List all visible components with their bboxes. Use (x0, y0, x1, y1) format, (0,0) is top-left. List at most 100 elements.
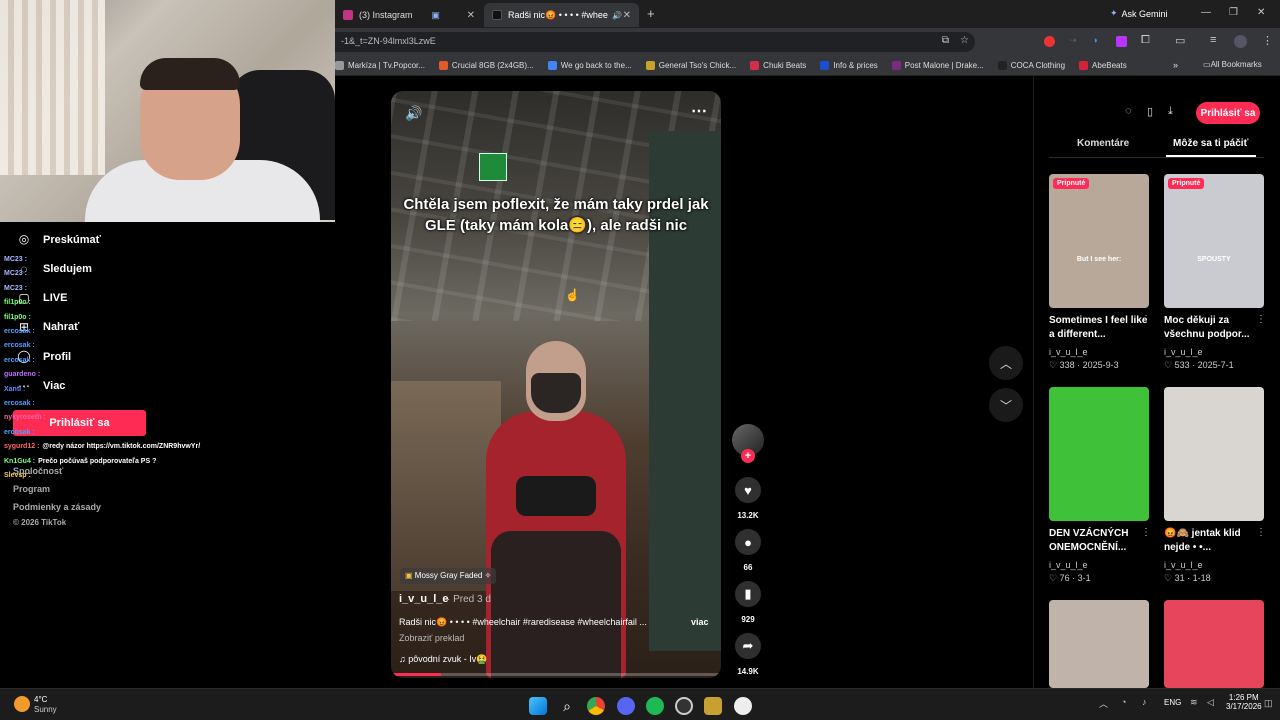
tab-instagram[interactable]: (3) Instagram ▣ ✕ (335, 3, 483, 27)
close-window-icon[interactable]: ✕ (1257, 7, 1265, 18)
bookmark-item[interactable]: General Tso's Chick... (645, 61, 736, 70)
thumbnail-date: 3-1 (1077, 573, 1091, 583)
tray-chevron-icon[interactable]: ︿ (1099, 697, 1108, 710)
chat-message: guardeno : (4, 371, 43, 378)
spotify-icon[interactable] (646, 697, 664, 715)
microphone-icon[interactable]: ♪ (1142, 697, 1147, 707)
bookmark-item[interactable]: Markíza | Tv.Popcor... (335, 61, 425, 70)
volume-icon[interactable]: 🔊 (405, 105, 422, 122)
extensions-puzzle-icon[interactable]: ⧠ (1141, 34, 1150, 47)
footer-company[interactable]: Spoločnosť (13, 466, 63, 476)
start-icon[interactable] (529, 697, 547, 715)
app-icon[interactable] (704, 697, 722, 715)
video-author[interactable]: i_v_u_l_e (399, 593, 449, 605)
login-button-right[interactable]: Prihlásiť sa (1196, 102, 1260, 124)
nav-live[interactable]: LIVE (43, 292, 67, 304)
close-tab-icon[interactable]: ✕ (467, 10, 475, 21)
phone-icon[interactable]: ▯ (1147, 105, 1153, 118)
tab-tiktok[interactable]: Radši nic😡 • • • • #wheelch 🔊 ✕ (484, 3, 639, 27)
wifi-icon[interactable]: ≋ (1190, 697, 1198, 708)
thumbnail-title[interactable]: 😡🙈 jentak klid nejde • •... (1164, 527, 1264, 555)
nav-upload[interactable]: Nahrať (43, 321, 79, 333)
save-button[interactable]: ▮ (735, 581, 761, 607)
nav-following[interactable]: Sledujem (43, 263, 92, 275)
volume-tray-icon[interactable]: ◁ (1207, 697, 1214, 708)
chrome-icon[interactable] (587, 697, 605, 715)
video-thumbnail[interactable] (1049, 387, 1149, 521)
previous-video-button[interactable]: ︿ (989, 346, 1023, 380)
minimize-icon[interactable]: — (1201, 7, 1211, 18)
close-tab-icon[interactable]: ✕ (623, 10, 631, 21)
follow-plus-icon[interactable]: + (741, 449, 755, 463)
thumbnail-author[interactable]: i_v_u_l_e (1164, 560, 1203, 570)
translate-link[interactable]: Zobraziť preklad (399, 633, 464, 643)
language-indicator[interactable]: ENG (1164, 698, 1181, 707)
like-button[interactable]: ♥ (735, 477, 761, 503)
all-bookmarks-button[interactable]: ▭ All Bookmarks (1203, 60, 1262, 69)
nav-more[interactable]: Viac (43, 380, 65, 392)
next-video-button[interactable]: ﹀ (989, 388, 1023, 422)
thumbnail-author[interactable]: i_v_u_l_e (1049, 560, 1088, 570)
bookmark-item[interactable]: Post Malone | Drake... (891, 61, 984, 70)
video-thumbnail[interactable] (1164, 600, 1264, 688)
split-view-icon[interactable]: ▭ (1175, 34, 1185, 47)
thumbnail-title[interactable]: Sometimes I feel like a different... (1049, 314, 1149, 342)
thumbnail-title[interactable]: DEN VZÁCNÝCH ONEMOCNĚNÍ... (1049, 527, 1149, 555)
extension-icon[interactable] (1116, 36, 1127, 47)
clock[interactable]: 1:26 PM 3/17/2026 (1226, 693, 1262, 711)
extension-icon[interactable] (1044, 36, 1055, 47)
video-thumbnail[interactable] (1049, 600, 1149, 688)
tiktok-icon (492, 10, 502, 20)
install-app-icon[interactable]: ⧉ (942, 35, 949, 46)
extension-icon[interactable]: ⇢ (1069, 35, 1077, 46)
tab-comments[interactable]: Komentáre (1077, 138, 1129, 149)
bookmark-item[interactable]: We go back to the... (547, 61, 632, 70)
app-icon[interactable] (734, 697, 752, 715)
bookmark-item[interactable]: Crucial 8GB (2x4GB)... (438, 61, 534, 70)
search-icon[interactable]: ⌕ (558, 697, 576, 715)
video-player[interactable]: Chtěla jsem poflexit, že mám taky prdel … (391, 91, 721, 678)
tab-recommended[interactable]: Môže sa ti páčiť (1173, 138, 1248, 149)
extension-icon[interactable]: ◗ (1093, 35, 1098, 45)
bookmark-star-icon[interactable]: ☆ (960, 35, 969, 46)
nav-profile[interactable]: Profil (43, 351, 71, 363)
bookmark-item[interactable]: COCA Clothing (997, 61, 1065, 70)
footer-terms[interactable]: Podmienky a zásady (13, 502, 101, 512)
comment-button[interactable]: ● (735, 529, 761, 555)
bookmark-item[interactable]: Chuki Beats (750, 61, 806, 70)
feedback-icon[interactable]: ◌ (1125, 105, 1132, 117)
sound-link[interactable]: ♫ pôvodní zvuk - Iv🤮 (399, 654, 488, 665)
nav-explore[interactable]: Preskúmať (43, 234, 101, 246)
url-field[interactable]: -1&_t=ZN-94lmxl3LzwE ⧉ ☆ (335, 32, 975, 52)
new-tab-button[interactable]: + (647, 6, 655, 21)
footer-program[interactable]: Program (13, 484, 50, 494)
video-progress-bar[interactable] (391, 673, 721, 676)
download-icon[interactable]: ⤓ (1168, 105, 1173, 118)
ask-gemini-button[interactable]: ✦ Ask Gemini (1110, 8, 1168, 19)
discord-icon[interactable] (617, 697, 635, 715)
video-thumbnail[interactable] (1164, 387, 1264, 521)
thumbnail-author[interactable]: i_v_u_l_e (1164, 347, 1203, 357)
video-more-icon[interactable]: ⋯ (691, 101, 707, 121)
profile-avatar[interactable] (1234, 35, 1247, 48)
thumbnail-menu-icon[interactable]: ⋮ (1141, 527, 1151, 538)
tray-app-icon[interactable]: ◔ (1121, 697, 1126, 707)
description-more-link[interactable]: viac (691, 617, 709, 627)
effect-label[interactable]: ▣ Mossy Gray Faded ✧ (400, 568, 497, 584)
bookmark-item[interactable]: Info & prices (820, 61, 878, 70)
bookmark-item[interactable]: AbeBeats (1079, 61, 1127, 70)
share-button[interactable]: ➦ (735, 633, 761, 659)
thumbnail-menu-icon[interactable]: ⋮ (1256, 527, 1266, 538)
thumbnail-author[interactable]: i_v_u_l_e (1049, 347, 1088, 357)
obs-icon[interactable] (675, 697, 693, 715)
media-control-icon[interactable]: ≡ (1210, 34, 1216, 46)
bookmarks-overflow-icon[interactable]: » (1173, 60, 1178, 70)
video-thumbnail[interactable]: Pripnuté But I see her: (1049, 174, 1149, 308)
thumbnail-menu-icon[interactable]: ⋮ (1141, 314, 1151, 325)
notification-icon[interactable]: ◫ (1264, 698, 1273, 709)
maximize-icon[interactable]: ❐ (1229, 7, 1238, 18)
thumbnail-title[interactable]: Moc děkuji za všechnu podpor... (1164, 314, 1264, 342)
thumbnail-menu-icon[interactable]: ⋮ (1256, 314, 1266, 325)
video-thumbnail[interactable]: Pripnuté SPOUSTY (1164, 174, 1264, 308)
menu-kebab-icon[interactable]: ⋮ (1262, 34, 1273, 47)
